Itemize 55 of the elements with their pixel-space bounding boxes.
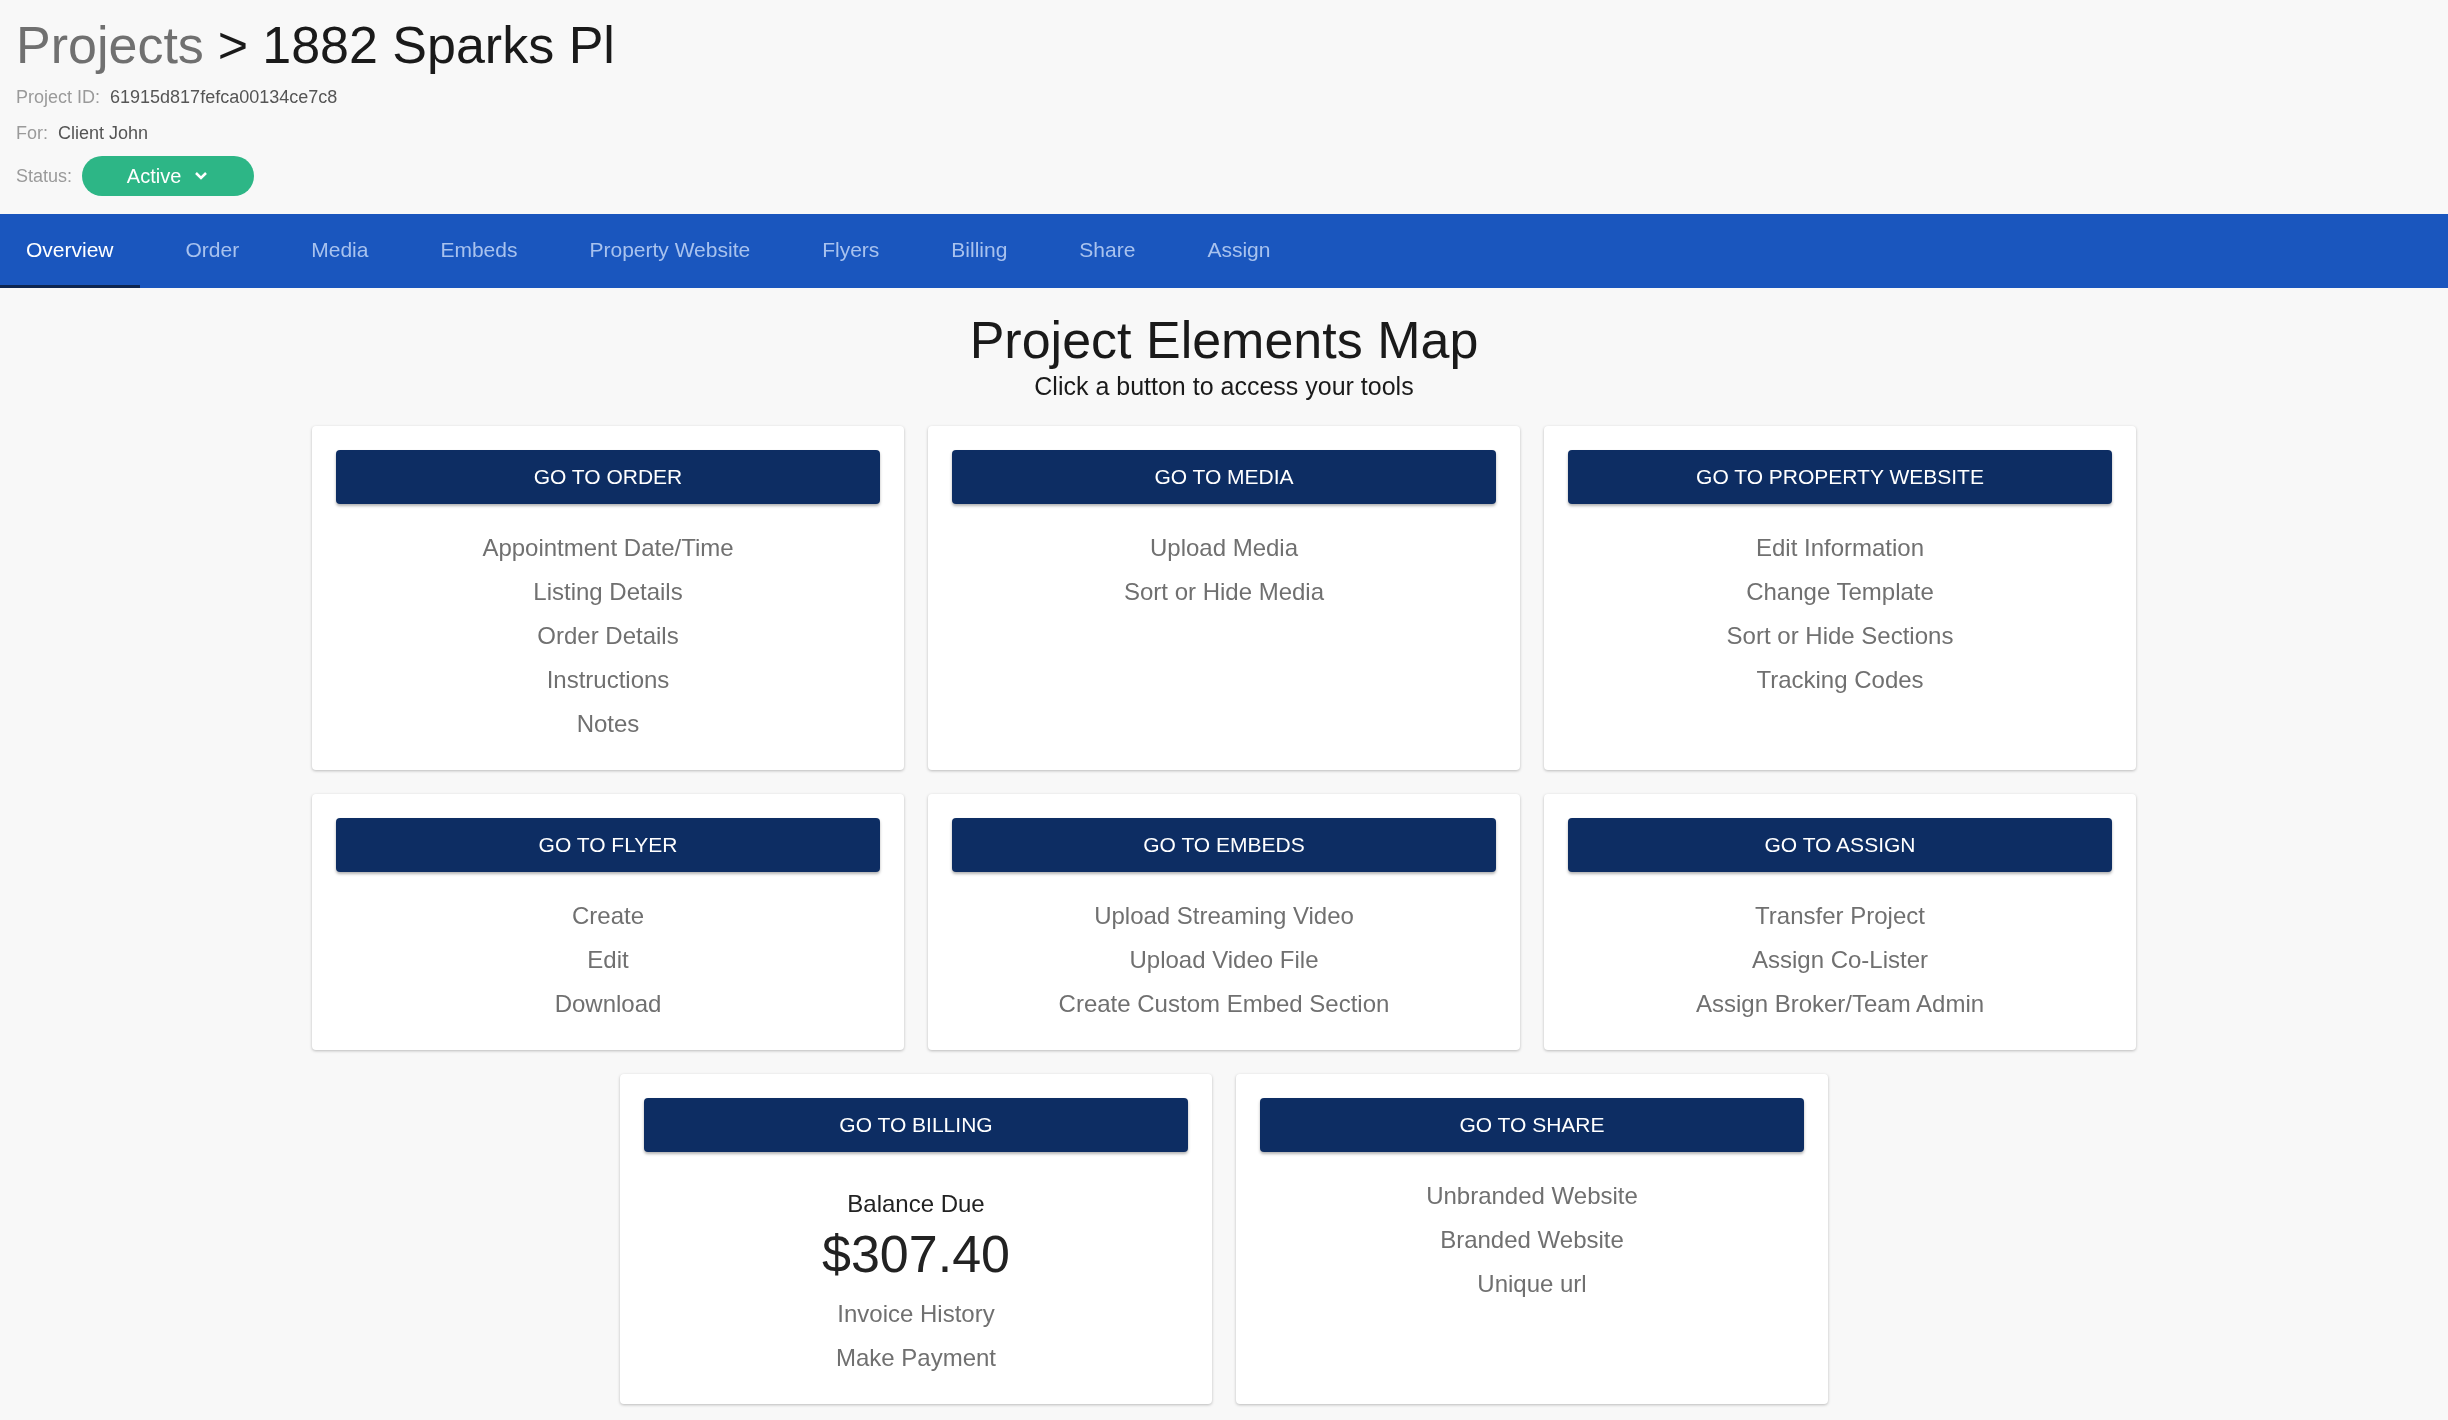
status-label: Status: xyxy=(16,164,73,188)
section-subtitle: Click a button to access your tools xyxy=(1034,371,1414,402)
meta-value: 61915d817fefca00134ce7c8 xyxy=(110,86,338,109)
go-to-button[interactable]: GO TO ORDER xyxy=(336,450,880,504)
tool-link[interactable]: Sort or Hide Media xyxy=(1123,570,1325,614)
tool-link[interactable]: Branded Website xyxy=(1440,1218,1624,1262)
tool-link[interactable]: Unbranded Website xyxy=(1426,1174,1638,1218)
go-to-button[interactable]: GO TO FLYER xyxy=(336,818,880,872)
tool-link[interactable]: Make Payment xyxy=(835,1336,997,1380)
tool-link[interactable]: Change Template xyxy=(1746,570,1934,614)
tool-link[interactable]: Order Details xyxy=(537,614,679,658)
nav-tab[interactable]: Flyers xyxy=(786,214,916,288)
tool-link[interactable]: Invoice History xyxy=(837,1292,995,1336)
tool-link[interactable]: Upload Streaming Video xyxy=(1094,894,1354,938)
nav-tab[interactable]: Property Website xyxy=(553,214,787,288)
tool-link[interactable]: Download xyxy=(554,982,662,1026)
go-to-button[interactable]: GO TO MEDIA xyxy=(952,450,1496,504)
nav-tab[interactable]: Share xyxy=(1043,214,1172,288)
go-to-button[interactable]: GO TO PROPERTY WEBSITE xyxy=(1568,450,2112,504)
tool-link[interactable]: Tracking Codes xyxy=(1756,658,1924,702)
tool-link[interactable]: Edit Information xyxy=(1755,526,1925,570)
tool-link[interactable]: Create xyxy=(571,894,644,938)
tool-link[interactable]: Create Custom Embed Section xyxy=(1058,982,1390,1026)
balance-amount: $307.40 xyxy=(822,1224,1010,1285)
breadcrumb-link[interactable]: Projects xyxy=(16,12,204,78)
tool-link[interactable]: Upload Media xyxy=(1149,526,1299,570)
page-title: 1882 Sparks Pl xyxy=(262,15,615,76)
nav-tab[interactable]: Assign xyxy=(1171,214,1307,288)
tool-link[interactable]: Listing Details xyxy=(533,570,683,614)
meta-label: Project ID: xyxy=(16,86,101,109)
tool-link[interactable]: Instructions xyxy=(546,658,670,702)
go-to-button[interactable]: GO TO EMBEDS xyxy=(952,818,1496,872)
tool-link[interactable]: Assign Co-Lister xyxy=(1751,938,1929,982)
tool-link[interactable]: Notes xyxy=(576,702,640,746)
breadcrumb-separator: > xyxy=(217,15,249,76)
meta-value: Client John xyxy=(58,122,149,145)
nav-tab[interactable]: Billing xyxy=(915,214,1044,288)
meta-label: For: xyxy=(16,122,48,145)
tool-link[interactable]: Appointment Date/Time xyxy=(482,526,734,570)
tool-link[interactable]: Sort or Hide Sections xyxy=(1726,614,1954,658)
go-to-button[interactable]: GO TO SHARE xyxy=(1260,1098,1804,1152)
nav-tab[interactable]: Overview xyxy=(0,214,140,288)
go-to-button[interactable]: GO TO BILLING xyxy=(644,1098,1188,1152)
nav-tab[interactable]: Order xyxy=(149,214,276,288)
tool-link[interactable]: Upload Video File xyxy=(1129,938,1319,982)
tool-link[interactable]: Transfer Project xyxy=(1755,894,1925,938)
go-to-button[interactable]: GO TO ASSIGN xyxy=(1568,818,2112,872)
nav-tab[interactable]: Embeds xyxy=(404,214,554,288)
tool-link[interactable]: Assign Broker/Team Admin xyxy=(1695,982,1985,1026)
section-title: Project Elements Map xyxy=(969,310,1479,370)
tool-link[interactable]: Unique url xyxy=(1477,1262,1587,1306)
balance-label: Balance Due xyxy=(847,1189,985,1219)
status-dropdown[interactable]: Active xyxy=(82,156,255,196)
nav-tab[interactable]: Media xyxy=(275,214,405,288)
tool-link[interactable]: Edit xyxy=(587,938,629,982)
